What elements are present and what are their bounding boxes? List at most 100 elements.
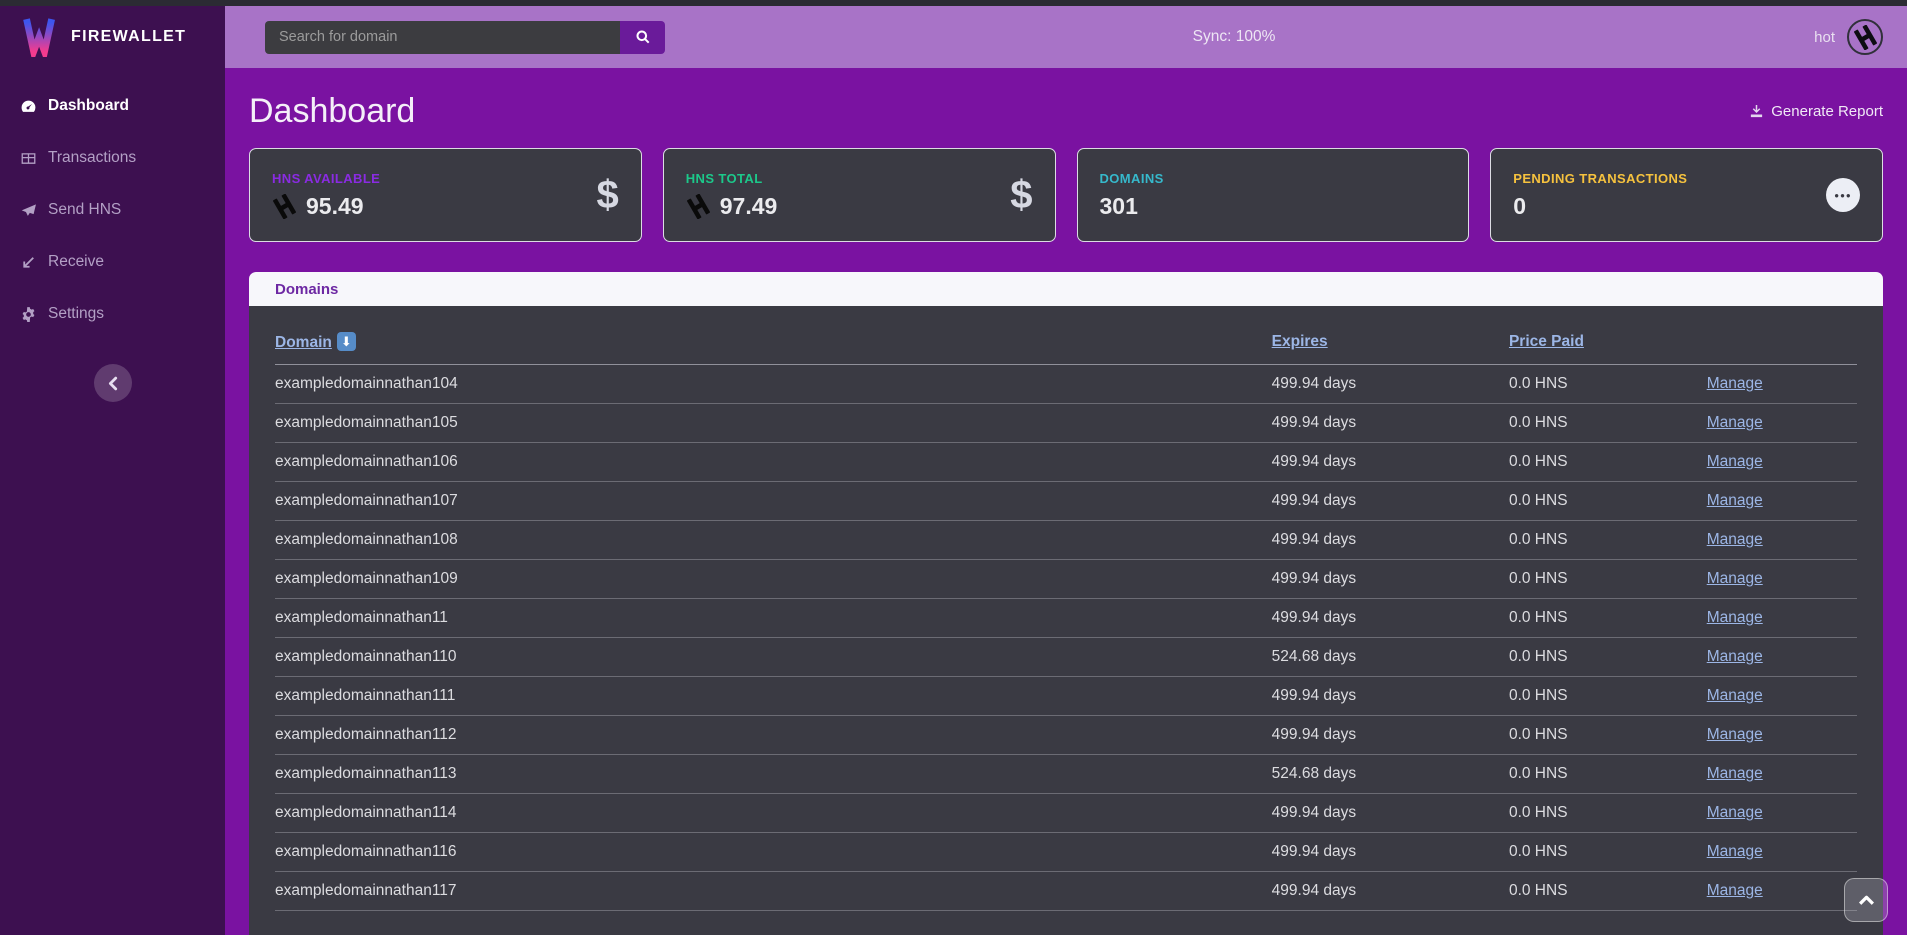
column-header-price-paid[interactable]: Price Paid bbox=[1509, 306, 1707, 365]
manage-link[interactable]: Manage bbox=[1707, 531, 1763, 548]
cell-domain: exampledomainnathan106 bbox=[275, 443, 1272, 482]
cell-expires: 499.94 days bbox=[1272, 833, 1509, 872]
cell-domain: exampledomainnathan108 bbox=[275, 521, 1272, 560]
stat-cards: HNS AVAILABLE 95.49 $ HNS TOTAL 97.49 $ … bbox=[249, 148, 1883, 242]
domains-panel-header: Domains bbox=[249, 272, 1883, 306]
generate-report-button[interactable]: Generate Report bbox=[1749, 103, 1883, 120]
manage-link[interactable]: Manage bbox=[1707, 882, 1763, 899]
sidebar-item-label: Receive bbox=[48, 253, 104, 271]
search-input[interactable] bbox=[265, 21, 620, 54]
download-icon bbox=[1749, 104, 1764, 119]
table-row: exampledomainnathan113 524.68 days 0.0 H… bbox=[275, 755, 1857, 794]
table-row: exampledomainnathan109 499.94 days 0.0 H… bbox=[275, 560, 1857, 599]
cell-expires: 499.94 days bbox=[1272, 443, 1509, 482]
sidebar-item-label: Transactions bbox=[48, 149, 136, 167]
column-header-actions bbox=[1707, 306, 1857, 365]
scroll-to-top-button[interactable] bbox=[1844, 878, 1888, 922]
sidebar-item-label: Send HNS bbox=[48, 201, 121, 219]
manage-link[interactable]: Manage bbox=[1707, 375, 1763, 392]
cell-price-paid: 0.0 HNS bbox=[1509, 599, 1707, 638]
manage-link[interactable]: Manage bbox=[1707, 414, 1763, 431]
cell-price-paid: 0.0 HNS bbox=[1509, 443, 1707, 482]
manage-link[interactable]: Manage bbox=[1707, 570, 1763, 587]
table-row: exampledomainnathan111 499.94 days 0.0 H… bbox=[275, 677, 1857, 716]
cell-price-paid: 0.0 HNS bbox=[1509, 677, 1707, 716]
sidebar-collapse-button[interactable] bbox=[94, 364, 132, 402]
manage-link[interactable]: Manage bbox=[1707, 726, 1763, 743]
table-row: exampledomainnathan104 499.94 days 0.0 H… bbox=[275, 365, 1857, 404]
cell-expires: 499.94 days bbox=[1272, 677, 1509, 716]
manage-link[interactable]: Manage bbox=[1707, 492, 1763, 509]
cell-domain: exampledomainnathan109 bbox=[275, 560, 1272, 599]
cell-price-paid: 0.0 HNS bbox=[1509, 404, 1707, 443]
stat-card-label: HNS AVAILABLE bbox=[272, 171, 380, 186]
hns-logo-icon bbox=[272, 194, 297, 219]
tachometer-icon bbox=[20, 98, 37, 115]
stat-card-label: DOMAINS bbox=[1100, 171, 1164, 186]
table-header-row: Domain⬇ Expires Price Paid bbox=[275, 306, 1857, 365]
cell-expires: 499.94 days bbox=[1272, 716, 1509, 755]
stat-card-label: HNS TOTAL bbox=[686, 171, 778, 186]
table-row: exampledomainnathan117 499.94 days 0.0 H… bbox=[275, 872, 1857, 911]
stat-card-value: 301 bbox=[1100, 193, 1164, 220]
sidebar-item-dashboard[interactable]: Dashboard bbox=[0, 80, 225, 132]
manage-link[interactable]: Manage bbox=[1707, 648, 1763, 665]
table-row: exampledomainnathan114 499.94 days 0.0 H… bbox=[275, 794, 1857, 833]
cell-domain: exampledomainnathan113 bbox=[275, 755, 1272, 794]
cell-domain: exampledomainnathan105 bbox=[275, 404, 1272, 443]
manage-link[interactable]: Manage bbox=[1707, 765, 1763, 782]
hns-logo-icon bbox=[686, 194, 711, 219]
search-button[interactable] bbox=[620, 21, 665, 54]
sidebar-item-receive[interactable]: Receive bbox=[0, 236, 225, 288]
cell-domain: exampledomainnathan110 bbox=[275, 638, 1272, 677]
stat-card: PENDING TRANSACTIONS 0 ●●● bbox=[1490, 148, 1883, 242]
wallet-menu[interactable]: hot bbox=[1814, 19, 1883, 55]
cell-expires: 524.68 days bbox=[1272, 755, 1509, 794]
sidebar-item-settings[interactable]: Settings bbox=[0, 288, 225, 340]
cell-price-paid: 0.0 HNS bbox=[1509, 755, 1707, 794]
stat-card-label: PENDING TRANSACTIONS bbox=[1513, 171, 1687, 186]
send-icon bbox=[20, 202, 37, 219]
manage-link[interactable]: Manage bbox=[1707, 453, 1763, 470]
cell-expires: 499.94 days bbox=[1272, 872, 1509, 911]
column-header-domain[interactable]: Domain⬇ bbox=[275, 306, 1272, 365]
table-row: exampledomainnathan108 499.94 days 0.0 H… bbox=[275, 521, 1857, 560]
stat-card: HNS AVAILABLE 95.49 $ bbox=[249, 148, 642, 242]
chevron-up-icon bbox=[1858, 895, 1875, 906]
stat-card-value: 97.49 bbox=[686, 193, 778, 220]
cell-expires: 499.94 days bbox=[1272, 521, 1509, 560]
cell-price-paid: 0.0 HNS bbox=[1509, 794, 1707, 833]
cell-expires: 499.94 days bbox=[1272, 560, 1509, 599]
firewallet-logo-icon bbox=[20, 17, 58, 57]
manage-link[interactable]: Manage bbox=[1707, 609, 1763, 626]
sidebar-item-send-hns[interactable]: Send HNS bbox=[0, 184, 225, 236]
cell-domain: exampledomainnathan104 bbox=[275, 365, 1272, 404]
table-row: exampledomainnathan11 499.94 days 0.0 HN… bbox=[275, 599, 1857, 638]
wallet-name: hot bbox=[1814, 29, 1835, 46]
manage-link[interactable]: Manage bbox=[1707, 804, 1763, 821]
manage-link[interactable]: Manage bbox=[1707, 843, 1763, 860]
cell-domain: exampledomainnathan111 bbox=[275, 677, 1272, 716]
column-header-expires[interactable]: Expires bbox=[1272, 306, 1509, 365]
manage-link[interactable]: Manage bbox=[1707, 687, 1763, 704]
stat-card: DOMAINS 301 bbox=[1077, 148, 1470, 242]
table-icon bbox=[20, 150, 37, 167]
cell-price-paid: 0.0 HNS bbox=[1509, 716, 1707, 755]
cell-price-paid: 0.0 HNS bbox=[1509, 638, 1707, 677]
cell-domain: exampledomainnathan117 bbox=[275, 872, 1272, 911]
cell-domain: exampledomainnathan107 bbox=[275, 482, 1272, 521]
topbar: Sync: 100% hot bbox=[225, 6, 1907, 68]
cell-domain: exampledomainnathan11 bbox=[275, 599, 1272, 638]
stat-card: HNS TOTAL 97.49 $ bbox=[663, 148, 1056, 242]
sidebar-item-label: Settings bbox=[48, 305, 104, 323]
brand[interactable]: FIREWALLET bbox=[0, 6, 225, 68]
sidebar-item-transactions[interactable]: Transactions bbox=[0, 132, 225, 184]
cell-price-paid: 0.0 HNS bbox=[1509, 521, 1707, 560]
table-row: exampledomainnathan107 499.94 days 0.0 H… bbox=[275, 482, 1857, 521]
cell-price-paid: 0.0 HNS bbox=[1509, 365, 1707, 404]
domains-table: Domain⬇ Expires Price Paid bbox=[275, 306, 1857, 911]
stat-card-value: 0 bbox=[1513, 193, 1687, 220]
dollar-icon: $ bbox=[597, 173, 619, 217]
cell-price-paid: 0.0 HNS bbox=[1509, 482, 1707, 521]
ellipsis-icon[interactable]: ●●● bbox=[1826, 178, 1860, 212]
